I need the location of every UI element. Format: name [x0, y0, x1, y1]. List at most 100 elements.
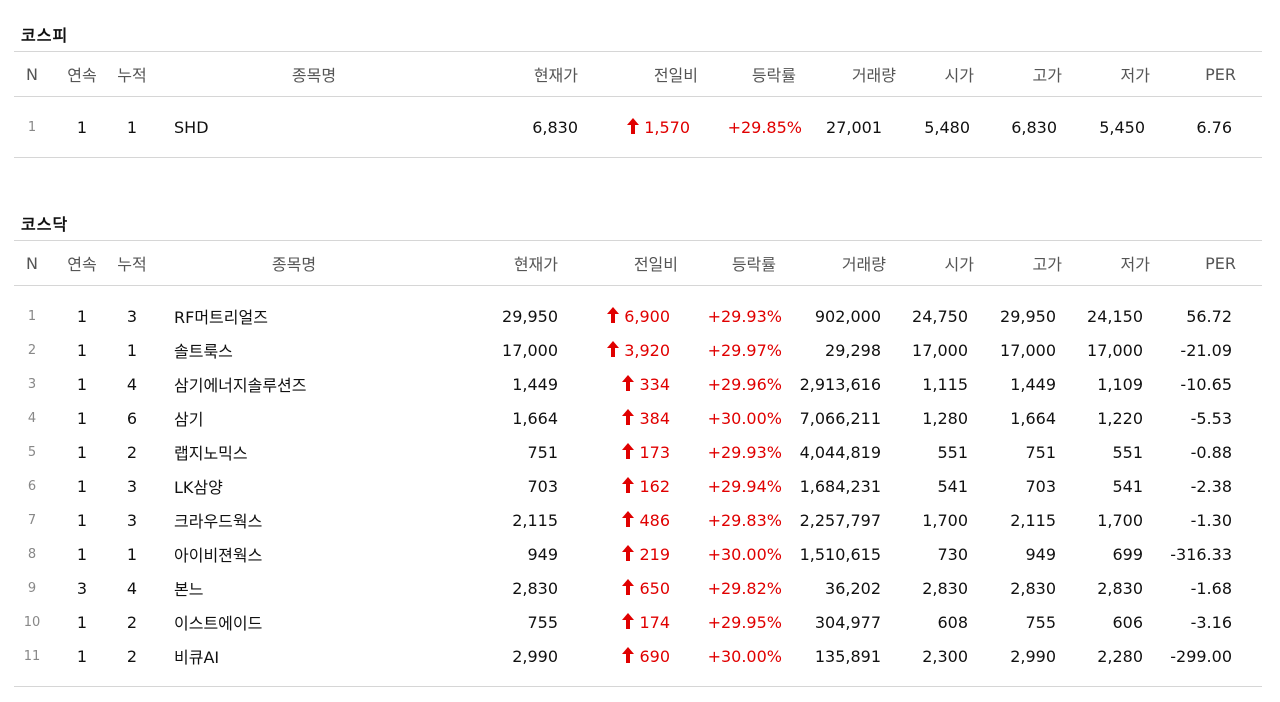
consecutive-count: 1 — [76, 374, 88, 394]
high-price: 2,115 — [1010, 510, 1056, 530]
table-row: 6 1 3 LK삼양 703 162 +29.94% 1,684,231 541 703 541 -2… — [14, 469, 1262, 503]
header-rate: 등락률 — [751, 66, 796, 85]
change-rate: +30.00% — [707, 646, 782, 666]
high-price: 751 — [1025, 442, 1056, 462]
header-n: N — [26, 64, 38, 84]
volume: 4,044,819 — [799, 442, 881, 462]
kospi-bottom-border — [14, 157, 1262, 158]
stock-name-link[interactable]: 랩지노믹스 — [174, 435, 424, 469]
kosdaq-header-row: N 연속 누적 종목명 현재가 전일비 등락률 거래량 시가 고가 저가 PER — [14, 240, 1262, 286]
header-low: 저가 — [1120, 255, 1150, 274]
stock-name-link[interactable]: 비큐AI — [174, 639, 424, 673]
open-price: 24,750 — [912, 306, 968, 326]
row-number: 6 — [27, 478, 37, 494]
current-price: 755 — [527, 612, 558, 632]
table-row: 4 1 6 삼기 1,664 384 +30.00% 7,066,211 1,280 1,664 1… — [14, 401, 1262, 435]
row-number: 10 — [23, 614, 41, 630]
stock-name-link[interactable]: 삼기에너지솔루션즈 — [174, 367, 424, 401]
change-value: 6,900 — [624, 306, 670, 326]
change-amount: 173 — [584, 435, 670, 469]
change-amount: 219 — [584, 537, 670, 571]
consecutive-count: 1 — [76, 476, 88, 496]
low-price: 1,700 — [1097, 510, 1143, 530]
change-amount: 690 — [584, 639, 670, 673]
stock-name-link[interactable]: LK삼양 — [174, 469, 424, 503]
header-accumulated[interactable]: 누적 — [108, 52, 156, 96]
row-number: 2 — [27, 342, 37, 358]
per-value: -1.68 — [1190, 578, 1232, 598]
kospi-title: 코스피 — [21, 26, 69, 45]
open-price: 1,700 — [922, 510, 968, 530]
change-rate: +29.97% — [707, 340, 782, 360]
arrow-up-icon — [622, 579, 635, 595]
high-price: 6,830 — [1011, 117, 1057, 137]
table-row: 10 1 2 이스트에이드 755 174 +29.95% 304,977 608 755 606 -… — [14, 605, 1262, 639]
volume: 27,001 — [826, 117, 882, 137]
per-value: -5.53 — [1190, 408, 1232, 428]
low-price: 2,280 — [1097, 646, 1143, 666]
kosdaq-title: 코스닥 — [21, 215, 69, 234]
header-per: PER — [1205, 253, 1236, 273]
arrow-up-icon — [622, 443, 635, 459]
table-row: 9 3 4 본느 2,830 650 +29.82% 36,202 2,830 2,830 2,83… — [14, 571, 1262, 605]
low-price: 1,109 — [1097, 374, 1143, 394]
per-value: -316.33 — [1170, 544, 1232, 564]
change-value: 650 — [639, 578, 670, 598]
stock-name-link[interactable]: 크라우드웍스 — [174, 503, 424, 537]
consecutive-count: 3 — [76, 578, 88, 598]
stock-name-link[interactable]: 솔트룩스 — [174, 333, 424, 367]
header-rate: 등락률 — [731, 255, 776, 274]
change-amount: 384 — [584, 401, 670, 435]
header-price: 현재가 — [513, 255, 558, 274]
arrow-up-icon — [622, 477, 635, 493]
volume: 1,510,615 — [799, 544, 881, 564]
change-amount: 486 — [584, 503, 670, 537]
per-value: -1.30 — [1190, 510, 1232, 530]
table-row: 11 1 2 비큐AI 2,990 690 +30.00% 135,891 2,300 2,990… — [14, 639, 1262, 673]
per-value: -3.16 — [1190, 612, 1232, 632]
low-price: 541 — [1112, 476, 1143, 496]
low-price: 5,450 — [1099, 117, 1145, 137]
current-price: 751 — [527, 442, 558, 462]
per-value: -21.09 — [1180, 340, 1232, 360]
header-consecutive[interactable]: 연속 — [58, 241, 106, 285]
header-accumulated[interactable]: 누적 — [108, 241, 156, 285]
change-rate: +29.83% — [707, 510, 782, 530]
current-price: 6,830 — [532, 117, 578, 137]
row-number: 1 — [27, 308, 37, 324]
open-price: 17,000 — [912, 340, 968, 360]
change-value: 3,920 — [624, 340, 670, 360]
low-price: 551 — [1112, 442, 1143, 462]
stock-name-link[interactable]: 본느 — [174, 571, 424, 605]
stock-name-link[interactable]: 이스트에이드 — [174, 605, 424, 639]
row-number: 8 — [27, 546, 37, 562]
consecutive-count: 1 — [76, 340, 88, 360]
high-price: 1,664 — [1010, 408, 1056, 428]
volume: 135,891 — [814, 646, 881, 666]
high-price: 29,950 — [1000, 306, 1056, 326]
consecutive-count: 1 — [76, 117, 88, 137]
current-price: 2,990 — [512, 646, 558, 666]
stock-name-link[interactable]: 삼기 — [174, 401, 424, 435]
consecutive-count: 1 — [76, 544, 88, 564]
stock-name-link[interactable]: SHD — [174, 110, 424, 144]
header-change: 전일비 — [653, 66, 698, 85]
arrow-up-icon — [607, 341, 620, 357]
current-price: 29,950 — [502, 306, 558, 326]
per-value: -0.88 — [1190, 442, 1232, 462]
volume: 2,913,616 — [799, 374, 881, 394]
kosdaq-bottom-border — [14, 686, 1262, 687]
arrow-up-icon — [607, 307, 620, 323]
high-price: 17,000 — [1000, 340, 1056, 360]
volume: 36,202 — [825, 578, 881, 598]
stock-name-link[interactable]: 아이비젼웍스 — [174, 537, 424, 571]
volume: 29,298 — [825, 340, 881, 360]
header-consecutive[interactable]: 연속 — [58, 52, 106, 96]
per-value: -10.65 — [1180, 374, 1232, 394]
open-price: 730 — [937, 544, 968, 564]
row-number: 7 — [27, 512, 37, 528]
change-value: 1,570 — [644, 117, 690, 137]
stock-name-link[interactable]: RF머트리얼즈 — [174, 299, 424, 333]
arrow-up-icon — [622, 511, 635, 527]
consecutive-count: 1 — [76, 612, 88, 632]
